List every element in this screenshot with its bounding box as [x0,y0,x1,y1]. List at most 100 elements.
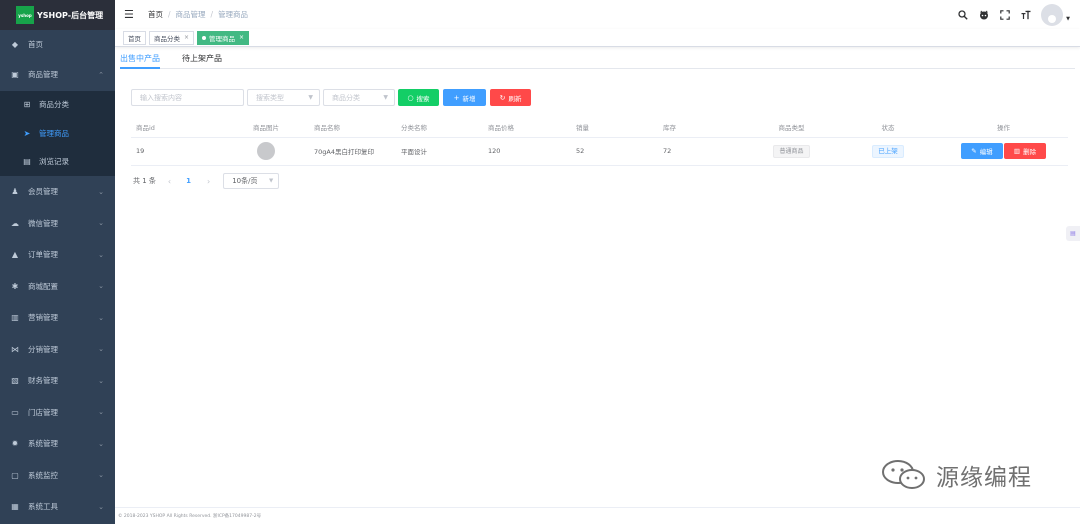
plus-icon: + [453,93,460,102]
product-type-tag: 普通商品 [773,144,810,158]
cell-category: 平面设计 [396,137,483,166]
breadcrumb-separator: / [210,10,214,19]
tab-on-sale[interactable]: 出售中产品 [120,53,160,64]
column-header: 操作 [939,118,1068,138]
dashboard-icon: ◆ [11,40,19,49]
breadcrumb: 首页 / 商品管理 / 管理商品 [148,9,248,20]
close-icon[interactable]: × [239,34,244,41]
sidebar-item[interactable]: ▢ 系统监控 ⌄ [0,460,115,492]
watermark-text: 源缘编程 [936,465,1032,491]
sidebar-item[interactable]: ✱ 商城配置 ⌄ [0,271,115,303]
category-placeholder: 商品分类 [332,93,360,102]
sidebar: yshop YSHOP-后台管理 ◆ 首页 ▣ 商品管理 ⌃ ⊞ 商品分类 ➤ 管理商品 ▤ 浏览记… [0,0,115,524]
tags-view: 首页 商品分类 × 管理商品 × [115,29,1080,47]
share-icon: ⋈ [11,344,19,354]
cell-status: 已上架 [837,137,939,166]
tag-view-item[interactable]: 首页 [123,30,146,45]
sidebar-item[interactable]: ♟ 会员管理 ⌄ [0,176,115,208]
refresh-button-label: 刷新 [508,94,522,103]
chevron-down-icon: ▼ [308,94,313,101]
tag-view-item[interactable]: 管理商品 × [197,30,250,45]
floating-tool-icon[interactable]: ▤ [1066,226,1080,241]
product-tabs: 出售中产品 待上架产品 [120,48,1075,69]
chevron-down-icon: ⌄ [98,313,104,322]
tag-label: 管理商品 [209,34,236,43]
edit-button-label: 编辑 [979,148,993,156]
cell-name: 70gA4黑白打印复印 [309,137,396,166]
sidebar-item[interactable]: ▣ 商品管理 ⌃ [0,59,115,91]
delete-button[interactable]: ▥ 删除 [1004,143,1046,159]
page-number[interactable]: 1 [186,177,191,185]
footer: © 2018-2023 YSHOP All Rights Reserved. 浙… [115,507,1080,524]
sidebar-item[interactable]: ▲ 订单管理 ⌄ [0,239,115,271]
store-icon: ▭ [11,407,19,417]
breadcrumb-item-product-mgmt: 商品管理 [175,10,206,19]
refresh-button[interactable]: ↻ 刷新 [490,89,531,106]
tag-label: 首页 [128,34,141,43]
search-button[interactable]: ○ 搜索 [398,89,439,106]
record-icon: ▤ [23,157,31,167]
sidebar-item[interactable]: ◆ 首页 [0,30,115,59]
tag-view-item[interactable]: 商品分类 × [149,30,195,45]
status-badge[interactable]: 已上架 [872,144,904,158]
search-type-select[interactable]: 搜索类型 ▼ [247,89,320,106]
search-icon[interactable] [958,9,968,20]
sidebar-item[interactable]: ▧ 财务管理 ⌄ [0,365,115,397]
sidebar-subitem[interactable]: ⊞ 商品分类 [0,90,115,119]
font-size-icon[interactable] [1021,10,1031,20]
sidebar-item[interactable]: ▭ 门店管理 ⌄ [0,397,115,429]
chevron-down-icon: ⌄ [98,376,104,385]
sidebar-item-label: 门店管理 [28,407,58,417]
sidebar-subitem[interactable]: ▤ 浏览记录 [0,147,115,176]
sidebar-item[interactable]: ✹ 系统管理 ⌄ [0,428,115,460]
sidebar-item-label: 系统管理 [28,439,58,449]
cell-type: 普通商品 [746,137,837,166]
sidebar-item-label: 财务管理 [28,376,58,386]
caret-down-icon[interactable]: ▼ [1066,16,1070,22]
github-icon[interactable] [979,10,989,20]
edit-icon: ✎ [971,147,977,155]
chevron-down-icon: ⌄ [98,345,104,354]
chevron-down-icon: ▼ [383,94,388,101]
sidebar-item[interactable]: ▥ 营销管理 ⌄ [0,302,115,334]
column-header: 分类名称 [396,118,483,138]
edit-button[interactable]: ✎ 编辑 [961,143,1003,159]
breadcrumb-item-manage-products: 管理商品 [218,10,249,19]
avatar[interactable] [1041,3,1064,26]
sidebar-item[interactable]: ⋈ 分销管理 ⌄ [0,334,115,366]
close-icon[interactable]: × [184,34,189,41]
lock-icon: ▲ [11,250,19,260]
monitor-icon: ▢ [11,470,19,480]
tab-pending[interactable]: 待上架产品 [182,53,222,64]
table-header-row: 商品id 商品图片 商品名称 分类名称 商品价格 销量 库存 商品类型 状态 操… [131,118,1068,138]
sidebar-subitem-label: 管理商品 [39,128,69,138]
sidebar-item-label: 系统工具 [28,502,58,512]
search-input[interactable]: 输入搜索内容 [131,89,244,106]
fullscreen-icon[interactable] [1000,9,1010,20]
trash-icon: ▥ [1013,147,1021,155]
sidebar-item-label: 首页 [28,40,43,49]
column-header: 状态 [837,118,939,138]
category-select[interactable]: 商品分类 ▼ [323,89,395,106]
hamburger-icon[interactable]: ☰ [124,8,136,21]
column-header: 库存 [658,118,746,138]
next-page-icon[interactable]: › [207,177,210,186]
add-button[interactable]: + 新增 [443,89,486,106]
sidebar-item[interactable]: ☁ 微信管理 ⌄ [0,208,115,240]
prev-page-icon[interactable]: ‹ [168,177,171,186]
sidebar-item-label: 商品管理 [28,70,58,80]
sidebar-item[interactable]: ▦ 系统工具 ⌄ [0,491,115,523]
logo[interactable]: yshop YSHOP-后台管理 [0,0,115,30]
add-button-label: 新增 [462,94,476,103]
page-size-select[interactable]: 10条/页 ▼ [223,173,280,189]
sidebar-item-label: 会员管理 [28,187,58,197]
product-image[interactable] [257,142,275,160]
chevron-down-icon: ⌄ [98,502,104,511]
cell-price: 120 [483,137,571,166]
column-header: 商品名称 [309,118,396,138]
cell-id: 19 [131,137,223,166]
category-icon: ⊞ [23,100,31,110]
sidebar-subitem[interactable]: ➤ 管理商品 [0,119,115,148]
chevron-down-icon: ⌄ [98,187,104,196]
breadcrumb-item-home[interactable]: 首页 [148,9,163,20]
